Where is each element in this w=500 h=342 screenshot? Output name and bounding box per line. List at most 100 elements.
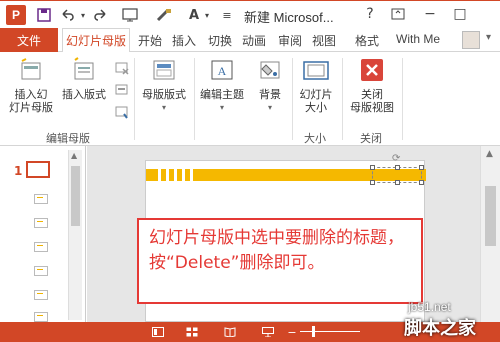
tab-animations[interactable]: 动画 xyxy=(238,28,270,52)
delete-icon[interactable] xyxy=(114,60,130,76)
master-layout-icon xyxy=(150,56,178,84)
tab-view[interactable]: 视图 xyxy=(308,28,340,52)
normal-view-icon[interactable] xyxy=(150,325,166,339)
reading-view-icon[interactable] xyxy=(222,325,238,339)
minimize-icon[interactable]: − xyxy=(418,3,442,25)
bar-divider xyxy=(166,169,169,181)
redo-icon[interactable] xyxy=(92,5,110,25)
layout-thumbnail[interactable] xyxy=(34,242,48,252)
resize-handle[interactable] xyxy=(419,180,424,185)
layout-thumbnail[interactable] xyxy=(34,218,48,228)
close-master-view-button[interactable]: 关闭 母版视图 xyxy=(344,56,400,114)
zoom-slider-thumb[interactable] xyxy=(312,326,315,337)
insert-slide-master-icon xyxy=(17,56,45,84)
vertical-scrollbar[interactable]: ▲ xyxy=(480,146,500,322)
from-beginning-icon[interactable] xyxy=(120,5,140,25)
tab-insert[interactable]: 插入 xyxy=(168,28,200,52)
rename-icon[interactable] xyxy=(114,82,130,98)
layout-thumbnail[interactable] xyxy=(34,266,48,276)
background-button[interactable]: 背景 ▾ xyxy=(250,56,290,114)
maximize-icon[interactable]: □ xyxy=(448,3,472,25)
avatar[interactable] xyxy=(462,31,480,49)
zoom-slider[interactable] xyxy=(300,331,360,332)
ribbon-separator xyxy=(134,58,135,140)
resize-handle[interactable] xyxy=(395,180,400,185)
user-name[interactable]: With Me xyxy=(396,32,440,46)
scroll-up-icon[interactable]: ▲ xyxy=(71,151,77,160)
insert-layout-button[interactable]: 插入版式 xyxy=(58,56,110,101)
group-label-close: 关闭 xyxy=(360,132,382,145)
bar-divider xyxy=(190,169,193,181)
zoom-out-icon[interactable]: − xyxy=(284,325,300,339)
undo-dropdown-icon[interactable]: ▾ xyxy=(78,5,88,25)
slide-thumbnail-panel: 1 ▲ xyxy=(0,146,86,322)
master-layout-button[interactable]: 母版版式 ▾ xyxy=(138,56,190,114)
tab-slide-master[interactable]: 幻灯片母版 xyxy=(62,28,130,53)
chevron-down-icon: ▾ xyxy=(161,103,166,112)
tab-review[interactable]: 审阅 xyxy=(274,28,306,52)
tab-transitions[interactable]: 切换 xyxy=(204,28,236,52)
ribbon-separator xyxy=(292,58,293,140)
watermark: jb51.net 脚本之家 xyxy=(390,298,500,342)
tab-format[interactable]: 格式 xyxy=(348,28,386,52)
edit-theme-icon: A xyxy=(208,56,236,84)
customize-quick-access-icon[interactable]: ≡ xyxy=(220,5,234,25)
background-icon xyxy=(256,56,284,84)
ribbon-separator xyxy=(342,58,343,140)
save-icon[interactable] xyxy=(34,5,54,25)
rotate-handle-icon[interactable]: ⟳ xyxy=(392,153,400,164)
title-bar: P ▾ A ▾ ≡ 新建 Microsof... ? − □ xyxy=(0,0,500,28)
instruction-callout: 幻灯片母版中选中要删除的标题，按“Delete”删除即可。 xyxy=(137,218,423,304)
selected-title-placeholder[interactable] xyxy=(370,165,424,185)
group-label-size: 大小 xyxy=(304,132,326,145)
bar-divider xyxy=(158,169,161,181)
chevron-down-icon: ▾ xyxy=(219,103,224,112)
format-painter-icon[interactable] xyxy=(154,5,174,25)
bar-divider xyxy=(182,169,185,181)
chevron-down-icon[interactable]: ▾ xyxy=(486,32,491,43)
chevron-down-icon: ▾ xyxy=(267,103,272,112)
edit-theme-label: 编辑主题 xyxy=(200,88,244,101)
scrollbar-thumb[interactable] xyxy=(485,186,496,246)
preserve-icon[interactable] xyxy=(114,104,130,120)
resize-handle[interactable] xyxy=(370,165,375,170)
svg-text:A: A xyxy=(218,64,227,78)
slide-master-thumbnail[interactable] xyxy=(26,161,50,178)
insert-slide-master-label: 插入幻 灯片母版 xyxy=(9,88,53,114)
resize-handle[interactable] xyxy=(395,165,400,170)
font-size-icon[interactable]: A xyxy=(186,5,202,25)
watermark-url: jb51.net xyxy=(408,300,451,314)
slideshow-icon[interactable] xyxy=(260,325,276,339)
slide-size-button[interactable]: 幻灯片 大小 xyxy=(294,56,338,114)
background-label: 背景 xyxy=(259,88,281,101)
undo-icon[interactable] xyxy=(58,5,76,25)
watermark-name: 脚本之家 xyxy=(404,318,476,339)
slide-size-icon xyxy=(302,56,330,84)
ribbon-separator xyxy=(402,58,403,140)
insert-slide-master-button[interactable]: 插入幻 灯片母版 xyxy=(8,56,54,114)
scrollbar-thumb[interactable] xyxy=(71,166,80,226)
font-dropdown-icon[interactable]: ▾ xyxy=(202,5,212,25)
ribbon-display-options-icon[interactable] xyxy=(386,3,410,25)
thumbnail-scrollbar[interactable]: ▲ xyxy=(68,150,82,320)
resize-handle[interactable] xyxy=(370,180,375,185)
slide-sorter-icon[interactable] xyxy=(184,325,200,339)
help-icon[interactable]: ? xyxy=(358,3,382,25)
layout-thumbnail[interactable] xyxy=(34,290,48,300)
layout-thumbnail[interactable] xyxy=(34,312,48,322)
close-master-view-label: 关闭 母版视图 xyxy=(350,88,394,114)
ribbon: 插入幻 灯片母版 插入版式 编辑母版 母版版式 ▾ A 编辑主题 ▾ 背景 ▾ … xyxy=(0,52,500,146)
window-title: 新建 Microsof... xyxy=(244,10,334,25)
bar-divider xyxy=(174,169,177,181)
master-layout-label: 母版版式 xyxy=(142,88,186,101)
edit-theme-button[interactable]: A 编辑主题 ▾ xyxy=(196,56,248,114)
insert-layout-label: 插入版式 xyxy=(62,88,106,101)
tab-home[interactable]: 开始 xyxy=(134,28,166,52)
scroll-up-icon[interactable]: ▲ xyxy=(486,149,493,159)
resize-handle[interactable] xyxy=(419,165,424,170)
insert-layout-icon xyxy=(70,56,98,84)
ribbon-separator xyxy=(194,58,195,140)
tab-file[interactable]: 文件 xyxy=(0,28,58,52)
layout-thumbnail[interactable] xyxy=(34,194,48,204)
powerpoint-logo-icon: P xyxy=(6,5,26,25)
